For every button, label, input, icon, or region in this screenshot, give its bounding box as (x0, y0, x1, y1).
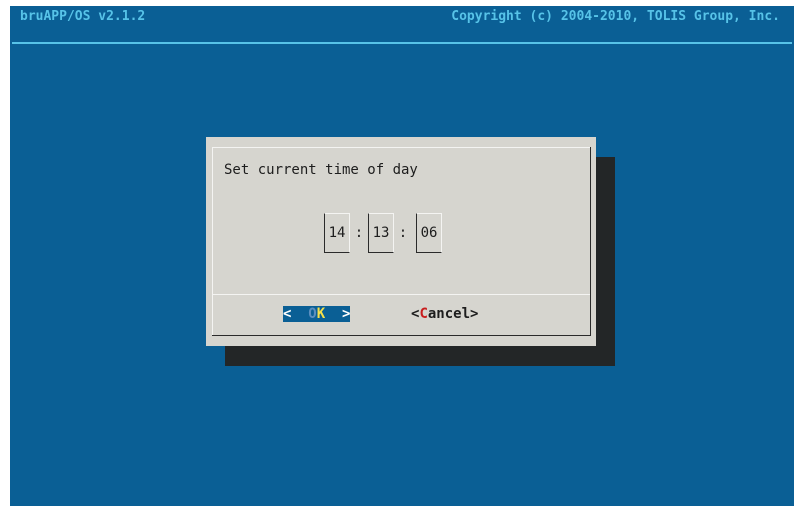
dialog-border-top (212, 147, 591, 148)
ok-button[interactable]: < OK > (283, 304, 363, 324)
ok-label-o: O (308, 306, 317, 322)
cancel-label: ancel (427, 306, 471, 322)
header-bar: bruAPP/OS v2.1.2 Copyright (c) 2004-2010… (10, 6, 794, 28)
ok-label-k: K (316, 306, 326, 322)
dialog-border-right (590, 147, 591, 336)
cancel-hotkey: C (419, 306, 428, 322)
cancel-button[interactable]: <Cancel> (411, 304, 478, 324)
divider-tick (584, 294, 591, 302)
dialog-border-left (212, 147, 213, 335)
dialog-border-bottom (212, 335, 591, 336)
dialog-corner-tick (584, 147, 591, 155)
copyright-text: Copyright (c) 2004-2010, TOLIS Group, In… (451, 9, 780, 24)
time-separator: : (354, 225, 364, 241)
time-entry: 14 : 13 : 06 (324, 213, 464, 253)
dialog-prompt: Set current time of day (224, 162, 418, 178)
time-dialog: Set current time of day 14 : 13 : 06 < O… (206, 137, 596, 346)
minutes-field[interactable]: 13 (368, 213, 394, 253)
button-area-divider (212, 294, 591, 295)
time-separator: : (398, 225, 408, 241)
header-divider (12, 42, 792, 44)
hours-field[interactable]: 14 (324, 213, 350, 253)
ok-right-bracket: > (342, 306, 351, 322)
seconds-field[interactable]: 06 (416, 213, 442, 253)
app-title: bruAPP/OS v2.1.2 (20, 9, 146, 24)
terminal-screen: bruAPP/OS v2.1.2 Copyright (c) 2004-2010… (10, 6, 794, 506)
cancel-right-bracket: > (470, 306, 479, 322)
